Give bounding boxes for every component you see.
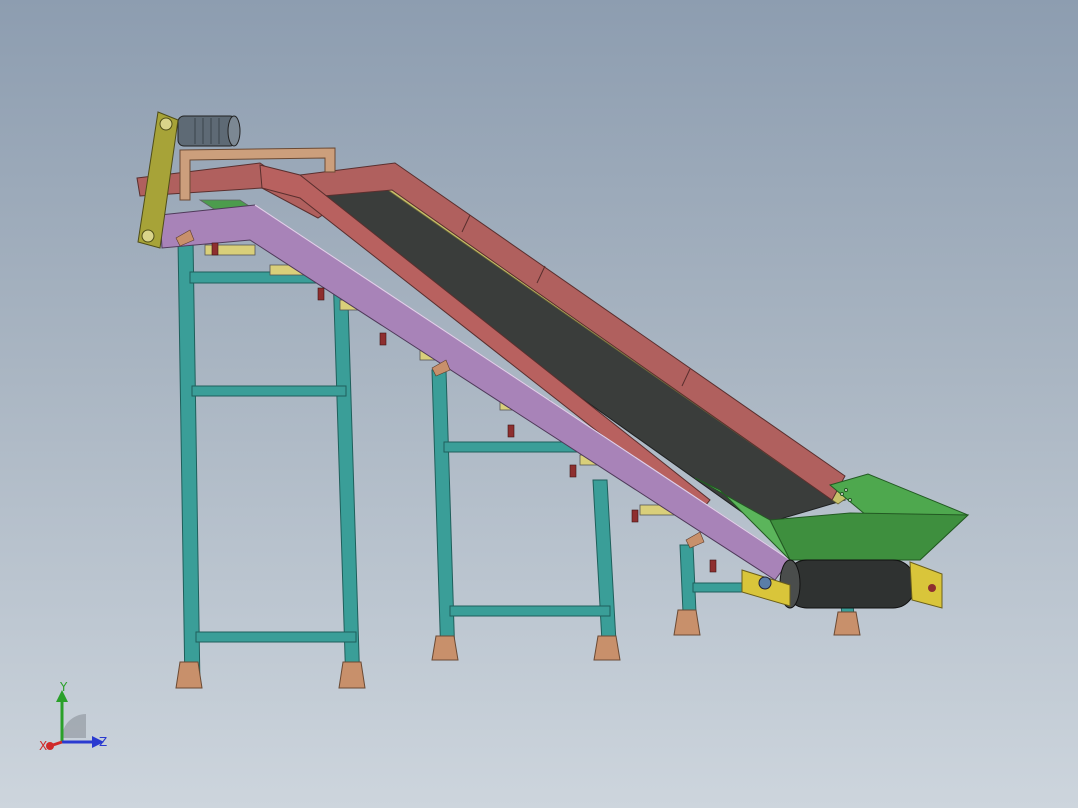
foot [673, 609, 701, 636]
left-tower-beam-mid [191, 385, 347, 397]
bracket [379, 332, 387, 346]
hopper-front-wall [769, 512, 970, 561]
tail-bracket-right [909, 561, 943, 609]
bearing [758, 576, 772, 590]
frame-feet [175, 609, 861, 689]
pulley-bottom [141, 229, 155, 243]
bracket [631, 509, 639, 523]
y-axis-label: Y [59, 680, 68, 694]
foot [431, 635, 459, 661]
motor-endcap [227, 115, 241, 147]
hopper-bolt [840, 492, 844, 496]
conveyor-model[interactable] [0, 0, 1078, 808]
motor-housing [177, 115, 237, 147]
drum-body [784, 559, 916, 609]
bracket [211, 242, 219, 256]
cad-viewport[interactable]: Y Z X [0, 0, 1078, 808]
bracket [317, 287, 325, 301]
left-tower-beam-low [195, 631, 357, 643]
foot [175, 661, 203, 689]
bracket [569, 464, 577, 478]
foot [338, 661, 366, 689]
bracket [507, 424, 515, 438]
hopper-bolt [848, 498, 852, 502]
left-tower-leg-front [177, 239, 201, 689]
foot [593, 635, 621, 661]
orientation-triad[interactable]: Y Z X [30, 680, 120, 760]
mid-tower-beam-low [449, 605, 611, 617]
clip [685, 531, 705, 549]
z-axis-label: Z [99, 735, 107, 749]
bracket [709, 559, 717, 573]
left-tower-leg-back [332, 269, 361, 689]
mid-tower-leg-back [592, 479, 618, 661]
foot [833, 611, 861, 636]
x-axis-label: X [39, 739, 47, 753]
pulley-top [159, 117, 173, 131]
bearing [928, 584, 936, 592]
hopper-bolt [844, 488, 848, 492]
triad-shadow [62, 714, 86, 738]
